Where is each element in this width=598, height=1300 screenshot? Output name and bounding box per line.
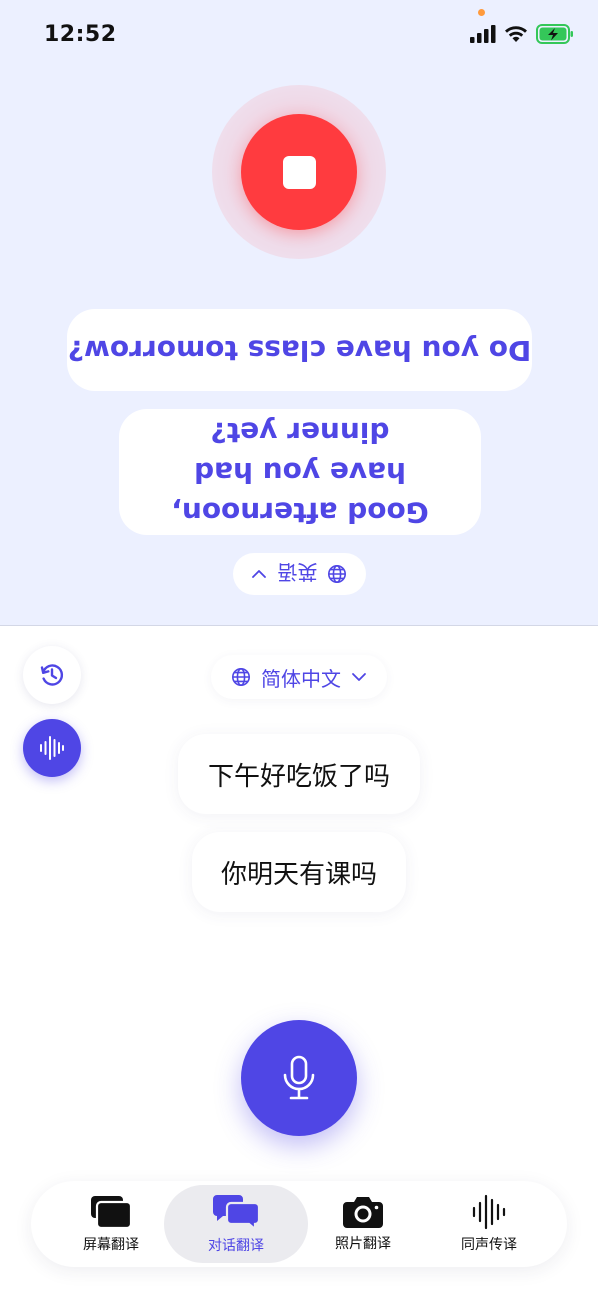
soundwave-icon bbox=[471, 1194, 507, 1230]
status-time: 12:52 bbox=[44, 22, 117, 47]
bottom-tab-bar: 屏幕翻译 对话翻译 照片翻译 同声传译 bbox=[31, 1181, 567, 1267]
tab-label: 对话翻译 bbox=[208, 1238, 264, 1254]
globe-icon bbox=[231, 667, 251, 687]
wifi-icon bbox=[504, 25, 528, 43]
tab-conversation-translate[interactable]: 对话翻译 bbox=[164, 1185, 308, 1263]
partner-language-selector[interactable]: 英语 bbox=[233, 553, 366, 595]
tab-screen-translate[interactable]: 屏幕翻译 bbox=[44, 1185, 178, 1263]
partner-message-bubble[interactable]: Do you have class tomorrow? bbox=[67, 309, 532, 391]
camera-indicator-dot bbox=[478, 9, 485, 16]
history-icon bbox=[38, 661, 66, 689]
status-icons bbox=[470, 24, 574, 44]
my-message-bubble[interactable]: 下午好吃饭了吗 bbox=[178, 734, 420, 814]
tab-label: 同声传译 bbox=[461, 1237, 517, 1253]
tab-photo-translate[interactable]: 照片翻译 bbox=[296, 1185, 430, 1263]
soundwave-icon bbox=[38, 735, 66, 761]
partner-language-label: 英语 bbox=[277, 560, 318, 585]
camera-icon bbox=[342, 1195, 384, 1229]
partner-message-text: Do you have class tomorrow? bbox=[67, 334, 532, 367]
my-language-label: 简体中文 bbox=[261, 666, 341, 691]
tab-simultaneous-interpretation[interactable]: 同声传译 bbox=[422, 1185, 556, 1263]
my-language-selector[interactable]: 简体中文 bbox=[211, 655, 387, 699]
stop-icon bbox=[282, 155, 316, 189]
voice-mode-button[interactable] bbox=[23, 719, 81, 777]
battery-charging-icon bbox=[536, 24, 574, 44]
chevron-down-icon bbox=[252, 569, 268, 579]
microphone-icon bbox=[281, 1054, 317, 1102]
chat-bubbles-icon bbox=[211, 1193, 261, 1231]
my-message-bubble[interactable]: 你明天有课吗 bbox=[192, 832, 406, 912]
tab-label: 照片翻译 bbox=[335, 1236, 391, 1252]
microphone-button[interactable] bbox=[241, 1020, 357, 1136]
chevron-down-icon bbox=[351, 672, 367, 682]
my-message-text: 下午好吃饭了吗 bbox=[207, 761, 390, 792]
globe-icon bbox=[328, 564, 348, 584]
partner-panel: 12:52 Do you have class tomorrow? Good a… bbox=[0, 0, 598, 626]
my-message-text: 你明天有课吗 bbox=[220, 859, 377, 890]
cellular-signal-icon bbox=[470, 25, 496, 43]
tab-label: 屏幕翻译 bbox=[83, 1237, 139, 1253]
screens-icon bbox=[89, 1194, 133, 1230]
stop-recording-button[interactable] bbox=[241, 114, 357, 230]
conversation-translate-screen: 12:52 Do you have class tomorrow? Good a… bbox=[0, 0, 598, 1300]
history-button[interactable] bbox=[23, 646, 81, 704]
partner-message-bubble[interactable]: Good afternoon, have you had dinner yet? bbox=[119, 409, 481, 535]
partner-message-text: Good afternoon, have you had dinner yet? bbox=[171, 416, 429, 529]
